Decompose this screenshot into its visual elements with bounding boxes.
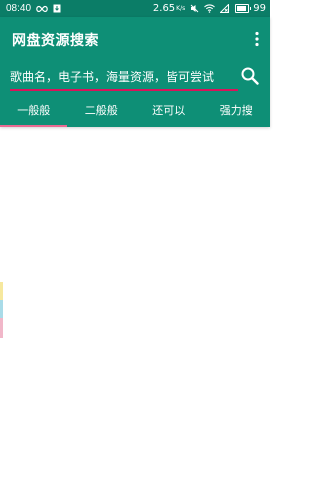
network-speed-unit: K/s	[176, 5, 186, 12]
more-options-icon[interactable]	[254, 31, 260, 47]
tab-label: 还可以	[152, 104, 186, 117]
wifi-icon	[204, 4, 216, 13]
status-right: 2.65 K/s 99	[153, 0, 266, 17]
tab-label: 一般般	[17, 104, 51, 117]
floating-edge-handle[interactable]	[0, 282, 3, 338]
app-title: 网盘资源搜索	[12, 33, 99, 49]
tab-erbanban[interactable]: 二般般	[68, 97, 136, 127]
network-speed: 2.65	[152, 3, 176, 14]
search-row	[0, 63, 270, 93]
app-bar: 网盘资源搜索 一般般 二般般 还可以 强力搜	[0, 17, 270, 127]
tab-bar: 一般般 二般般 还可以 强力搜	[0, 97, 270, 127]
infinity-icon	[36, 5, 48, 13]
search-input[interactable]	[10, 67, 238, 87]
download-icon	[53, 4, 61, 13]
search-icon[interactable]	[240, 66, 260, 86]
tab-label: 二般般	[84, 104, 118, 117]
status-bar: 08:40 2.65 K/s 99	[0, 0, 270, 17]
sim-x-icon	[220, 4, 230, 13]
status-time: 08:40	[6, 3, 32, 14]
search-underline	[10, 89, 238, 91]
battery-icon	[235, 4, 252, 13]
tab-qianglisou[interactable]: 强力搜	[203, 97, 271, 127]
volume-off-icon	[190, 4, 199, 13]
status-left: 08:40	[6, 0, 61, 17]
tab-haikeyi[interactable]: 还可以	[135, 97, 203, 127]
tab-yibanban[interactable]: 一般般	[0, 97, 68, 127]
tab-indicator	[0, 125, 67, 127]
tab-label: 强力搜	[219, 104, 253, 117]
battery-level: 99	[253, 3, 266, 14]
